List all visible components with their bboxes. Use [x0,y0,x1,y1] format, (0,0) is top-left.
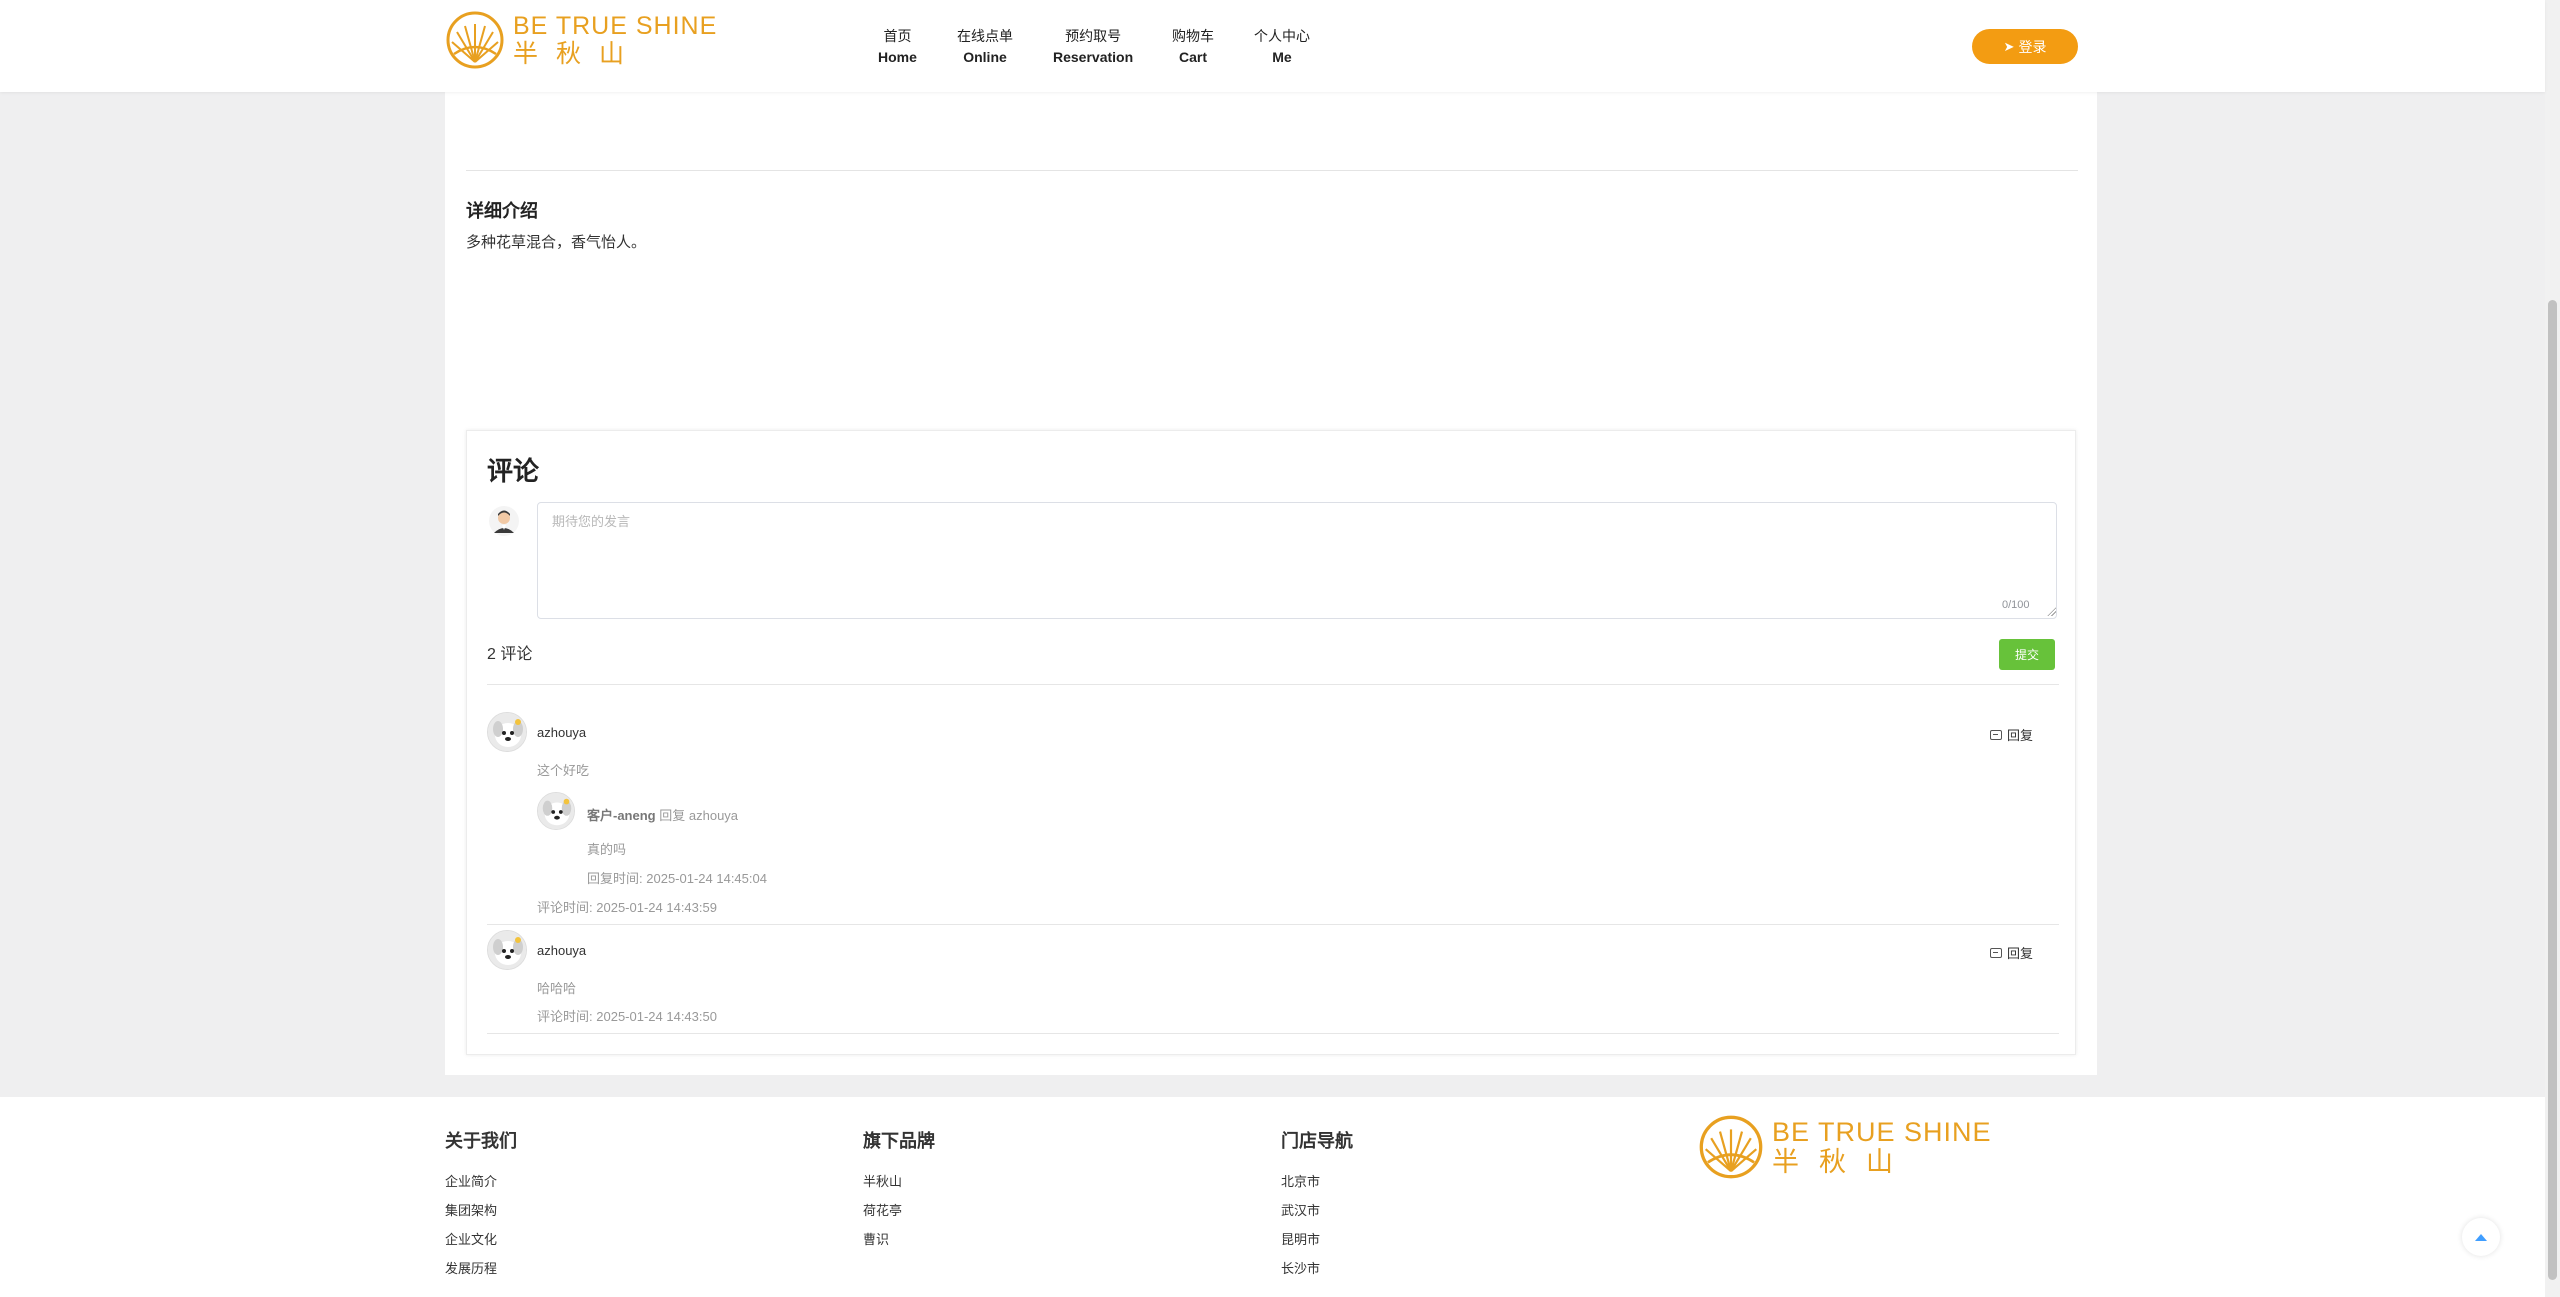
footer-link[interactable]: 发展历程 [445,1254,517,1283]
divider [487,684,2059,685]
comment-input[interactable] [537,502,2057,619]
site-footer: 关于我们 企业简介 集团架构 企业文化 发展历程 旗下品牌 半秋山 荷花亭 曹识… [0,1097,2545,1297]
divider [466,170,2078,171]
comment-time-prefix: 评论时间: [537,900,593,915]
nav-item-online[interactable]: 在线点单 Online [957,26,1013,68]
comment-username: azhouya [537,725,587,740]
nav-item-reservation[interactable]: 预约取号 Reservation [1053,26,1133,68]
textarea-resize-handle[interactable] [2047,607,2056,616]
product-detail-card: 详细介绍 多种花草混合，香气怡人。 评论 0/100 2 评论 提交 [445,0,2097,1075]
nav-item-me[interactable]: 个人中心 Me [1254,26,1310,68]
reply-label: 回复 [2007,728,2034,743]
comment-text: 这个好吃 [537,763,590,778]
sun-logo-icon [1699,1115,1763,1179]
reply-username: 客户-aneng [587,808,656,823]
comment-text: 哈哈哈 [537,981,577,996]
footer-brand-logo: BE TRUE SHINE 半秋山 [1698,1114,1992,1180]
footer-link[interactable]: 集团架构 [445,1196,517,1225]
reply-button[interactable]: 回复 [1990,943,2033,962]
send-icon: ➤ [2003,38,2015,54]
brand-text: BE TRUE SHINE 半秋山 [1772,1117,1992,1177]
comment-username: azhouya [537,943,587,958]
dog-avatar-icon [488,931,526,969]
reply-icon [1990,947,2002,958]
nav-label-en: Me [1272,49,1292,65]
comments-panel: 评论 0/100 2 评论 提交 a [466,430,2076,1055]
user-avatar-icon [489,506,519,536]
main-nav: 首页 Home 在线点单 Online 预约取号 Reservation 购物车… [0,26,2545,70]
reply-text: 真的吗 [587,842,627,857]
brand-name-en: BE TRUE SHINE [1772,1117,1992,1147]
comment-time: 评论时间: 2025-01-24 14:43:59 [537,897,717,916]
footer-column-stores: 门店导航 北京市 武汉市 昆明市 长沙市 [1281,1127,1353,1283]
comment-time-prefix: 评论时间: [537,1009,593,1024]
brand-name-cn: 半秋山 [1772,1147,1913,1177]
nav-item-cart[interactable]: 购物车 Cart [1172,26,1214,68]
nav-label-en: Cart [1178,49,1207,65]
word-count: 0/100 [2002,599,2030,611]
detail-title: 详细介绍 [466,201,538,221]
submit-button[interactable]: 提交 [1999,639,2055,670]
footer-link[interactable]: 长沙市 [1281,1254,1353,1283]
reply-time-prefix: 回复时间: [587,871,643,886]
comment-count: 2 评论 [487,646,533,663]
arrow-up-icon [2475,1233,2487,1241]
comment-time: 评论时间: 2025-01-24 14:43:50 [537,1006,717,1025]
reply-header: 客户-aneng 回复 azhouya [587,805,738,824]
comments-title: 评论 [487,456,540,486]
reply-time: 回复时间: 2025-01-24 14:45:04 [587,868,767,887]
nav-label-en: Home [878,49,917,65]
back-to-top-button[interactable] [2462,1218,2500,1256]
divider [487,924,2059,925]
avatar [487,930,527,970]
avatar [537,792,575,830]
reply-time-value: 2025-01-24 14:45:04 [646,871,767,886]
reply-icon [1990,729,2002,740]
comment-time-value: 2025-01-24 14:43:50 [596,1009,717,1024]
nav-label-en: Reservation [1053,49,1134,65]
footer-link[interactable]: 企业简介 [445,1167,517,1196]
site-header: BE TRUE SHINE 半秋山 首页 Home 在线点单 Online 预约… [0,0,2545,92]
reply-word: 回复 [659,808,686,823]
divider [487,1033,2059,1034]
footer-link[interactable]: 北京市 [1281,1167,1353,1196]
login-button[interactable]: ➤ 登录 [1972,29,2078,64]
footer-link[interactable]: 武汉市 [1281,1196,1353,1225]
footer-heading: 旗下品牌 [863,1131,935,1151]
reply-target: azhouya [688,808,739,823]
footer-heading: 门店导航 [1281,1131,1353,1151]
footer-link[interactable]: 半秋山 [863,1167,935,1196]
footer-link[interactable]: 昆明市 [1281,1225,1353,1254]
footer-column-brands: 旗下品牌 半秋山 荷花亭 曹识 [863,1127,935,1254]
login-label: 登录 [2018,38,2047,55]
scrollbar-thumb[interactable] [2548,300,2557,1280]
footer-column-about: 关于我们 企业简介 集团架构 企业文化 发展历程 [445,1127,517,1283]
comment-time-value: 2025-01-24 14:43:59 [596,900,717,915]
nav-item-home[interactable]: 首页 Home [878,26,917,68]
nav-label-en: Online [963,49,1007,65]
dog-avatar-icon [488,713,526,751]
reply-button[interactable]: 回复 [1990,725,2033,744]
footer-link[interactable]: 荷花亭 [863,1196,935,1225]
nav-label-cn: 个人中心 [1254,28,1310,44]
footer-link[interactable]: 曹识 [863,1225,935,1254]
avatar [487,712,527,752]
nav-label-cn: 在线点单 [957,28,1013,44]
reply-label: 回复 [2007,946,2034,961]
detail-description: 多种花草混合，香气怡人。 [466,234,647,251]
footer-heading: 关于我们 [445,1131,517,1151]
nav-label-cn: 购物车 [1172,28,1214,44]
footer-link[interactable]: 企业文化 [445,1225,517,1254]
nav-label-cn: 首页 [883,28,912,44]
dog-avatar-icon [538,793,574,829]
nav-label-cn: 预约取号 [1065,28,1122,44]
